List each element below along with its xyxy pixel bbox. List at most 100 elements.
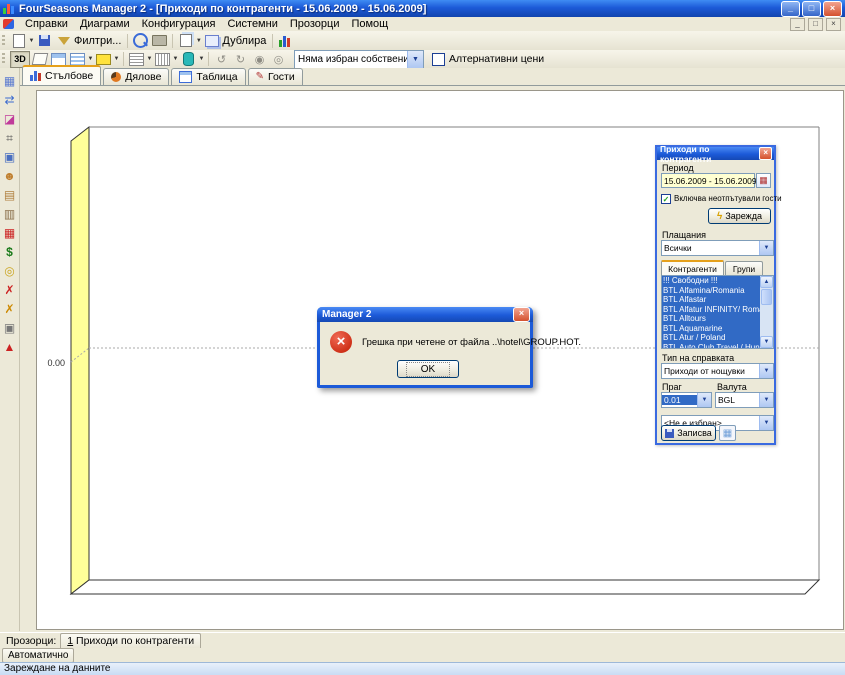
- tab-tablica[interactable]: Таблица: [171, 68, 245, 85]
- payments-combo[interactable]: Всички ▼: [661, 240, 774, 256]
- calculator-icon[interactable]: ⌗: [2, 130, 18, 146]
- minimize-button[interactable]: _: [781, 1, 800, 17]
- scroll-thumb[interactable]: [761, 289, 772, 305]
- window-tab-button[interactable]: 1 Приходи по контрагенти: [60, 633, 201, 650]
- series-style-dropdown[interactable]: ▼: [198, 56, 205, 62]
- panel-close-button[interactable]: ×: [759, 147, 772, 160]
- menu-pomosht[interactable]: Помощ: [345, 17, 394, 31]
- menu-diagrami[interactable]: Диаграми: [74, 17, 136, 31]
- title-bar: FourSeasons Manager 2 - [Приходи по конт…: [0, 0, 845, 17]
- print-preview-button[interactable]: [132, 33, 149, 48]
- list-item[interactable]: BTL Alfamina/Romania: [662, 286, 760, 296]
- scroll-up-icon[interactable]: ▲: [760, 276, 773, 288]
- series-style-button[interactable]: [180, 52, 197, 67]
- menu-spravki[interactable]: Справки: [19, 17, 74, 31]
- menu-konfiguracia[interactable]: Конфигурация: [136, 17, 222, 31]
- horizontal-grid-dropdown[interactable]: ▼: [146, 56, 153, 62]
- toolbar-grip[interactable]: [2, 35, 5, 47]
- new-report-dropdown[interactable]: ▼: [28, 38, 35, 44]
- rooms-plan-icon[interactable]: ▦: [2, 73, 18, 89]
- vertical-grid-button[interactable]: [154, 52, 171, 67]
- occupancy-chart-icon[interactable]: ◪: [2, 111, 18, 127]
- legend-icon: [70, 53, 85, 66]
- panel-tab-kontragenti[interactable]: Контрагенти: [661, 260, 724, 275]
- legend-dropdown[interactable]: ▼: [87, 56, 94, 62]
- chart-floor: [71, 580, 819, 594]
- list-item[interactable]: BTL Aquamarine: [662, 324, 760, 334]
- panel-title-bar[interactable]: Приходи по контрагенти ×: [657, 147, 774, 160]
- list-item[interactable]: BTL Alltours: [662, 314, 760, 324]
- tab-dyalove[interactable]: Дялове: [103, 68, 169, 85]
- report-parameters-panel: Приходи по контрагенти × Период 15.06.20…: [655, 145, 776, 445]
- calendar-button[interactable]: ▦: [756, 173, 771, 188]
- manage-selections-button[interactable]: ▦: [719, 425, 736, 441]
- save-selection-button[interactable]: Записва: [661, 425, 716, 441]
- filters-label[interactable]: Филтри...: [74, 35, 121, 47]
- period-field[interactable]: 15.06.2009 - 15.06.2009: [661, 173, 755, 188]
- alt-prices-checkbox[interactable]: [432, 53, 445, 66]
- threshold-combo-arrow-icon[interactable]: ▼: [697, 393, 711, 407]
- load-button[interactable]: ϟ Зарежда: [708, 208, 771, 224]
- transfers-icon[interactable]: ⇄: [2, 92, 18, 108]
- error-dialog: Manager 2 × × Грешка при четене от файла…: [317, 307, 533, 388]
- menu-sistemni[interactable]: Системни: [221, 17, 283, 31]
- list-item[interactable]: BTL Auto Club Travel / Hunga: [662, 343, 760, 350]
- price-table-icon[interactable]: ▦: [2, 225, 18, 241]
- include-guests-label[interactable]: Включва неотпътували гости: [674, 194, 782, 203]
- report-window-icon[interactable]: ▣: [2, 320, 18, 336]
- threshold-combo[interactable]: 0.01 ▼: [661, 392, 712, 408]
- owner-combo-arrow-icon[interactable]: ▼: [407, 51, 423, 68]
- list-item[interactable]: BTL Alfatur INFINITY/ Romani: [662, 305, 760, 315]
- copy-button[interactable]: [177, 33, 194, 48]
- tab-gosti[interactable]: ✎ Гости: [248, 68, 303, 85]
- alt-prices-label[interactable]: Алтернативни цени: [449, 53, 544, 65]
- guests-list-icon[interactable]: ☻: [2, 168, 18, 184]
- duplicate-label[interactable]: Дублира: [222, 35, 266, 47]
- list-scrollbar[interactable]: ▲ ▼: [760, 276, 773, 348]
- archive-icon[interactable]: ▥: [2, 206, 18, 222]
- ok-button[interactable]: OK: [397, 360, 459, 378]
- cancel-service-icon[interactable]: ✗: [2, 301, 18, 317]
- report-type-combo-arrow-icon[interactable]: ▼: [759, 364, 773, 378]
- list-item[interactable]: BTL Atur / Poland: [662, 333, 760, 343]
- report-type-combo[interactable]: Приходи от нощувки ▼: [661, 363, 774, 379]
- restore-button[interactable]: □: [802, 1, 821, 17]
- mdi-minimize-button[interactable]: _: [790, 18, 805, 31]
- statistics-icon[interactable]: ▲: [2, 339, 18, 355]
- dialog-close-button[interactable]: ×: [513, 307, 530, 322]
- tab-stalbove[interactable]: Стълбове: [22, 65, 101, 85]
- automatic-button[interactable]: Автоматично: [2, 648, 74, 663]
- payments-icon[interactable]: $: [2, 244, 18, 260]
- close-button[interactable]: ×: [823, 1, 842, 17]
- duplicate-button[interactable]: [203, 33, 220, 48]
- export-window-icon[interactable]: ▣: [2, 149, 18, 165]
- list-item[interactable]: !!! Свободни !!!: [662, 276, 760, 286]
- vertical-grid-dropdown[interactable]: ▼: [172, 56, 179, 62]
- copy-dropdown[interactable]: ▼: [195, 38, 202, 44]
- new-report-button[interactable]: [10, 33, 27, 48]
- menu-prozorci[interactable]: Прозорци: [284, 17, 346, 31]
- print-button[interactable]: [151, 33, 168, 48]
- filters-button[interactable]: [55, 33, 72, 48]
- dialog-title-bar[interactable]: Manager 2 ×: [317, 307, 533, 322]
- save-button[interactable]: [36, 33, 53, 48]
- mdi-close-button[interactable]: ×: [826, 18, 841, 31]
- panel-tab-grupi[interactable]: Групи: [725, 261, 763, 275]
- list-item[interactable]: BTL Alfastar: [662, 295, 760, 305]
- scroll-down-icon[interactable]: ▼: [760, 336, 773, 348]
- marks-dropdown[interactable]: ▼: [113, 56, 120, 62]
- chart-button[interactable]: [277, 33, 294, 48]
- include-guests-checkbox[interactable]: ✓: [661, 194, 671, 204]
- mdi-restore-button[interactable]: □: [808, 18, 823, 31]
- saved-selection-combo-arrow-icon[interactable]: ▼: [759, 416, 773, 430]
- contragents-list[interactable]: !!! Свободни !!! BTL Alfamina/Romania BT…: [661, 275, 774, 349]
- documents-icon[interactable]: ▤: [2, 187, 18, 203]
- currency-combo-arrow-icon[interactable]: ▼: [759, 393, 773, 407]
- cancel-booking-icon[interactable]: ✗: [2, 282, 18, 298]
- currency-combo[interactable]: BGL ▼: [715, 392, 774, 408]
- horizontal-grid-button[interactable]: [128, 52, 145, 67]
- coins-icon[interactable]: ◎: [2, 263, 18, 279]
- toolbar-grip[interactable]: [2, 53, 5, 65]
- owner-combo[interactable]: Няма избран собственици ▼: [294, 50, 424, 69]
- payments-combo-arrow-icon[interactable]: ▼: [759, 241, 773, 255]
